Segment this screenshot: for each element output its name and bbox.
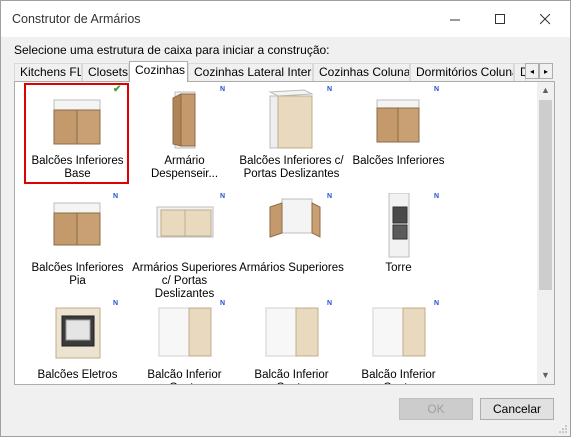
cabinet-item-balcoes-eletros[interactable]: N Balcões Eletros	[24, 298, 131, 384]
new-badge: N	[113, 300, 119, 307]
selection-highlight	[24, 83, 129, 184]
new-badge: N	[434, 300, 440, 307]
cabinet-item-label: Balcão Inferior Canto Reto Fixo c/ Rodap…	[147, 369, 222, 384]
cabinet-item-label: Balcões Inferiores c/ Portas Deslizantes	[239, 155, 344, 180]
close-icon	[539, 13, 550, 24]
new-badge: N	[434, 193, 440, 200]
new-badge: N	[113, 193, 119, 200]
arrow-left-icon: ◂	[529, 67, 534, 76]
upper-cabinet-thumbnail	[269, 198, 321, 238]
new-badge: N	[220, 86, 226, 93]
cabinet-item-armario-despenseiro[interactable]: N Armário Despenseir...	[131, 84, 238, 190]
cabinet-builder-dialog: Construtor de Armários Selecione uma est…	[0, 0, 571, 437]
tab-cozinhas[interactable]: Cozinhas	[129, 61, 188, 82]
title-bar: Construtor de Armários	[1, 1, 570, 37]
tab-cozinhas-lateral-interna[interactable]: Cozinhas Lateral Interna	[188, 63, 313, 81]
new-badge: N	[327, 86, 333, 93]
chevron-up-icon: ▲	[541, 85, 550, 95]
cabinet-item-label: Armário Despenseir...	[150, 155, 219, 180]
tab-scroll-left-button[interactable]: ◂	[525, 63, 539, 79]
new-badge: N	[327, 300, 333, 307]
cabinet-item-armarios-superiores-portas-deslizantes[interactable]: N Armários Superiores c/ Portas Deslizan…	[131, 191, 238, 300]
cabinet-item-balcoes-inferiores-pia[interactable]: N Balcões Inferiores Pia	[24, 191, 131, 297]
tab-scroll-right-button[interactable]: ▸	[539, 63, 553, 79]
cabinet-item-label: Balcões Inferiores	[352, 155, 445, 167]
cancel-button[interactable]: Cancelar	[480, 398, 554, 420]
window-title: Construtor de Armários	[12, 12, 141, 26]
maximize-icon	[494, 13, 505, 24]
pantry-cabinet-thumbnail	[172, 91, 196, 149]
arrow-right-icon: ▸	[543, 67, 548, 76]
scrollbar-thumb[interactable]	[539, 100, 552, 290]
corner-cabinet-thumbnail	[265, 307, 319, 357]
cabinet-item-label: Balcões Eletros	[37, 369, 118, 381]
tab-cozinhas-colunas[interactable]: Cozinhas Colunas	[313, 63, 410, 81]
new-badge: N	[220, 193, 226, 200]
close-button[interactable]	[522, 1, 568, 37]
appliance-cabinet-thumbnail	[55, 307, 101, 359]
tab-kitchens-fl[interactable]: Kitchens FL	[14, 63, 82, 81]
base-cabinet-thumbnail	[376, 99, 420, 143]
scroll-down-button[interactable]: ▼	[537, 367, 554, 384]
scroll-up-button[interactable]: ▲	[537, 82, 554, 99]
cabinet-item-balcao-inferior-canto-1[interactable]: N Balcão Inferior Canto Reto Fixo c/ Rod…	[131, 298, 238, 384]
gallery-scrollbar[interactable]: ▲ ▼	[537, 82, 554, 384]
resize-grip-icon[interactable]	[558, 424, 568, 434]
tower-cabinet-thumbnail	[388, 193, 410, 258]
maximize-button[interactable]	[477, 1, 523, 37]
cabinet-gallery: ✔ Balcões Inferiores Base N Armário Desp…	[14, 81, 555, 385]
minimize-icon	[449, 19, 460, 20]
category-tabs: Kitchens FL Closets Cozinhas Cozinhas La…	[14, 61, 555, 82]
sink-cabinet-thumbnail	[53, 202, 101, 246]
cabinet-item-label: Armários Superiores c/ Portas Deslizante…	[132, 262, 237, 300]
tab-dormitorios-colunas[interactable]: Dormitórios Colunas	[410, 63, 514, 81]
new-badge: N	[434, 86, 440, 93]
corner-cabinet-thumbnail	[158, 307, 212, 357]
cabinet-item-label: Balcões Inferiores Pia	[31, 262, 124, 287]
cabinet-item-label: Armários Superiores	[239, 262, 344, 274]
cabinet-item-balcoes-inferiores-portas-deslizantes[interactable]: N Balcões Inferiores c/ Portas Deslizant…	[238, 84, 345, 190]
new-badge: N	[220, 300, 226, 307]
cabinet-item-armarios-superiores[interactable]: N Armários Superiores	[238, 191, 345, 297]
cabinet-item-torre[interactable]: N Torre	[345, 191, 452, 297]
cabinet-item-balcao-inferior-canto-2[interactable]: N Balcão Inferior Canto Reto Fixo c/ Rod…	[238, 298, 345, 384]
cabinet-item-balcao-inferior-canto-3[interactable]: N Balcão Inferior Canto Reto Fixo	[345, 298, 452, 384]
tab-closets[interactable]: Closets	[82, 63, 129, 81]
minimize-button[interactable]	[432, 1, 478, 37]
ok-button[interactable]: OK	[399, 398, 473, 420]
sliding-door-cabinet-thumbnail	[268, 89, 314, 149]
cabinet-item-label: Balcão Inferior Canto Reto Fixo c/ Rodap…	[254, 369, 329, 384]
instruction-text: Selecione uma estrutura de caixa para in…	[14, 43, 330, 57]
cabinet-item-balcoes-inferiores[interactable]: N Balcões Inferiores	[345, 84, 452, 190]
chevron-down-icon: ▼	[541, 370, 550, 380]
corner-cabinet-thumbnail	[372, 307, 426, 357]
upper-sliding-cabinet-thumbnail	[156, 206, 214, 238]
new-badge: N	[327, 193, 333, 200]
cabinet-item-label: Balcão Inferior Canto Reto Fixo	[361, 369, 436, 384]
cabinet-item-label: Torre	[385, 262, 412, 274]
